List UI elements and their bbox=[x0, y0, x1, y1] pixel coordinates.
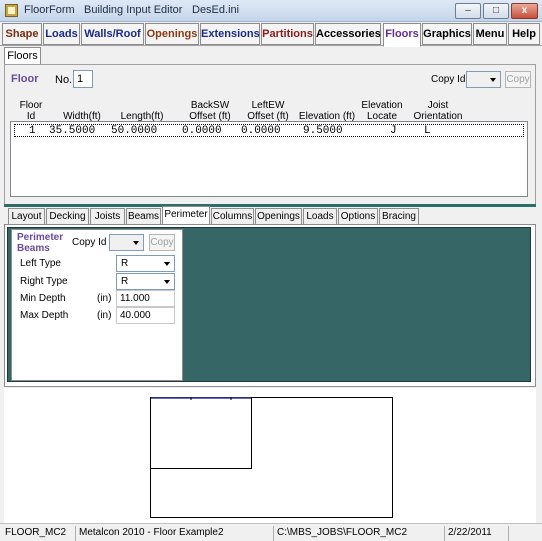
menu-walls-roof[interactable]: Walls/Roof bbox=[81, 23, 144, 45]
tab-joists[interactable]: Joists bbox=[90, 208, 125, 225]
floor-plan-drawing bbox=[150, 397, 393, 518]
max-depth-label: Max Depth bbox=[20, 310, 69, 321]
status-job: FLOOR_MC2 bbox=[5, 527, 67, 538]
app-icon bbox=[5, 4, 18, 17]
perimeter-heading-line1: Perimeter bbox=[17, 232, 64, 243]
col-header-leftew-line1: LeftEW bbox=[251, 100, 285, 111]
menu-extensions[interactable]: Extensions bbox=[200, 23, 260, 45]
cell-length: 50.0000 bbox=[111, 125, 158, 137]
close-button[interactable]: x bbox=[511, 3, 538, 19]
menu-loads[interactable]: Loads bbox=[43, 23, 80, 45]
main-menu-bar: Shape Loads Walls/Roof Openings Extensio… bbox=[0, 22, 542, 47]
minimize-button[interactable]: – bbox=[455, 3, 481, 19]
col-header-backsw-offset: BackSW Offset (ft) bbox=[180, 100, 240, 122]
right-type-select[interactable]: R bbox=[116, 273, 175, 290]
col-header-backsw-line1: BackSW bbox=[190, 100, 230, 111]
chevron-down-icon bbox=[164, 262, 170, 266]
panel-separator bbox=[4, 204, 536, 207]
cell-elevation: 9.5000 bbox=[303, 125, 343, 137]
col-header-elev-locate-line1: Elevation bbox=[361, 100, 403, 111]
perimeter-heading-line2: Beams bbox=[17, 243, 50, 254]
col-header-elevation-locate: Elevation Locate bbox=[356, 100, 408, 122]
col-header-floor-id-line1: Floor bbox=[19, 100, 43, 111]
cell-backsw-offset: 0.0000 bbox=[182, 125, 222, 137]
copy-id-label: Copy Id bbox=[431, 74, 466, 85]
menu-help[interactable]: Help bbox=[508, 23, 540, 45]
floor-heading: Floor bbox=[11, 73, 39, 85]
chevron-down-icon bbox=[133, 241, 139, 245]
left-type-value: R bbox=[121, 258, 129, 269]
status-description: Metalcon 2010 - Floor Example2 bbox=[75, 526, 272, 541]
cell-width: 35.5000 bbox=[49, 125, 96, 137]
copy-id-select[interactable] bbox=[466, 71, 501, 88]
floor-plan-canvas[interactable] bbox=[4, 388, 536, 523]
tab-loads[interactable]: Loads bbox=[303, 208, 337, 225]
table-row[interactable]: 1 35.5000 50.0000 0.0000 0.0000 9.5000 J… bbox=[14, 124, 524, 137]
left-type-label: Left Type bbox=[20, 258, 61, 269]
building-outline bbox=[150, 397, 393, 518]
tab-beams[interactable]: Beams bbox=[126, 208, 161, 225]
tab-perimeter[interactable]: Perimeter bbox=[162, 206, 210, 225]
menu-floors[interactable]: Floors bbox=[383, 23, 421, 47]
status-extra bbox=[508, 526, 540, 541]
menu-partitions[interactable]: Partitions bbox=[261, 23, 314, 45]
tab-layout[interactable]: Layout bbox=[8, 208, 45, 225]
cell-floor-id: 1 bbox=[29, 125, 36, 137]
min-depth-input[interactable]: 11.000 bbox=[116, 290, 175, 307]
cell-joist-orientation: L bbox=[424, 125, 431, 137]
floor-list[interactable]: 1 35.5000 50.0000 0.0000 0.0000 9.5000 J… bbox=[10, 121, 528, 197]
col-header-floor-id: Floor Id bbox=[14, 100, 48, 122]
menu-shape[interactable]: Shape bbox=[2, 23, 42, 45]
perimeter-copy-id-select[interactable] bbox=[109, 234, 144, 251]
tab-decking[interactable]: Decking bbox=[46, 208, 89, 225]
window-title-ini: DesEd.ini bbox=[192, 4, 240, 16]
floor-number-label: No. bbox=[55, 74, 73, 86]
maximize-button[interactable]: □ bbox=[483, 3, 509, 19]
floor-outline bbox=[150, 397, 252, 469]
tab-options[interactable]: Options bbox=[338, 208, 378, 225]
status-date: 2/22/2011 bbox=[444, 526, 507, 541]
copy-button[interactable]: Copy bbox=[505, 71, 531, 88]
min-depth-unit: (in) bbox=[97, 293, 112, 304]
perimeter-copy-button[interactable]: Copy bbox=[149, 234, 175, 251]
perimeter-copy-id-label: Copy Id bbox=[72, 237, 107, 248]
cell-leftew-offset: 0.0000 bbox=[241, 125, 281, 137]
right-type-value: R bbox=[121, 276, 129, 287]
floor-number-input[interactable]: 1 bbox=[73, 70, 93, 88]
tab-columns[interactable]: Columns bbox=[211, 208, 254, 225]
status-bar: FLOOR_MC2 Metalcon 2010 - Floor Example2… bbox=[0, 523, 542, 541]
status-path: C:\MBS_JOBS\FLOOR_MC2 bbox=[273, 526, 443, 541]
right-type-label: Right Type bbox=[20, 276, 68, 287]
max-depth-unit: (in) bbox=[97, 310, 112, 321]
tab-bracing[interactable]: Bracing bbox=[379, 208, 419, 225]
title-bar: FloorForm Building Input Editor DesEd.in… bbox=[0, 0, 542, 22]
col-header-joist-orientation: Joist Orientation bbox=[408, 100, 468, 122]
col-header-leftew-offset: LeftEW Offset (ft) bbox=[238, 100, 298, 122]
left-type-select[interactable]: R bbox=[116, 255, 175, 272]
menu-graphics[interactable]: Graphics bbox=[422, 23, 472, 45]
max-depth-input[interactable]: 40.000 bbox=[116, 307, 175, 324]
cell-elevation-locate: J bbox=[390, 125, 397, 137]
tab-floors[interactable]: Floors bbox=[4, 47, 41, 65]
tab-openings[interactable]: Openings bbox=[255, 208, 302, 225]
menu-accessories[interactable]: Accessories bbox=[315, 23, 381, 45]
window-title-app: Building Input Editor bbox=[84, 4, 183, 16]
window-title-form: FloorForm bbox=[24, 4, 75, 16]
chevron-down-icon bbox=[164, 280, 170, 284]
menu-menu[interactable]: Menu bbox=[473, 23, 507, 45]
chevron-down-icon bbox=[490, 78, 496, 82]
min-depth-label: Min Depth bbox=[20, 293, 66, 304]
menu-openings[interactable]: Openings bbox=[145, 23, 199, 45]
perimeter-beams-group: Perimeter Beams Copy Id Copy Left Type R… bbox=[11, 229, 183, 381]
col-header-joist-line1: Joist bbox=[427, 100, 449, 111]
